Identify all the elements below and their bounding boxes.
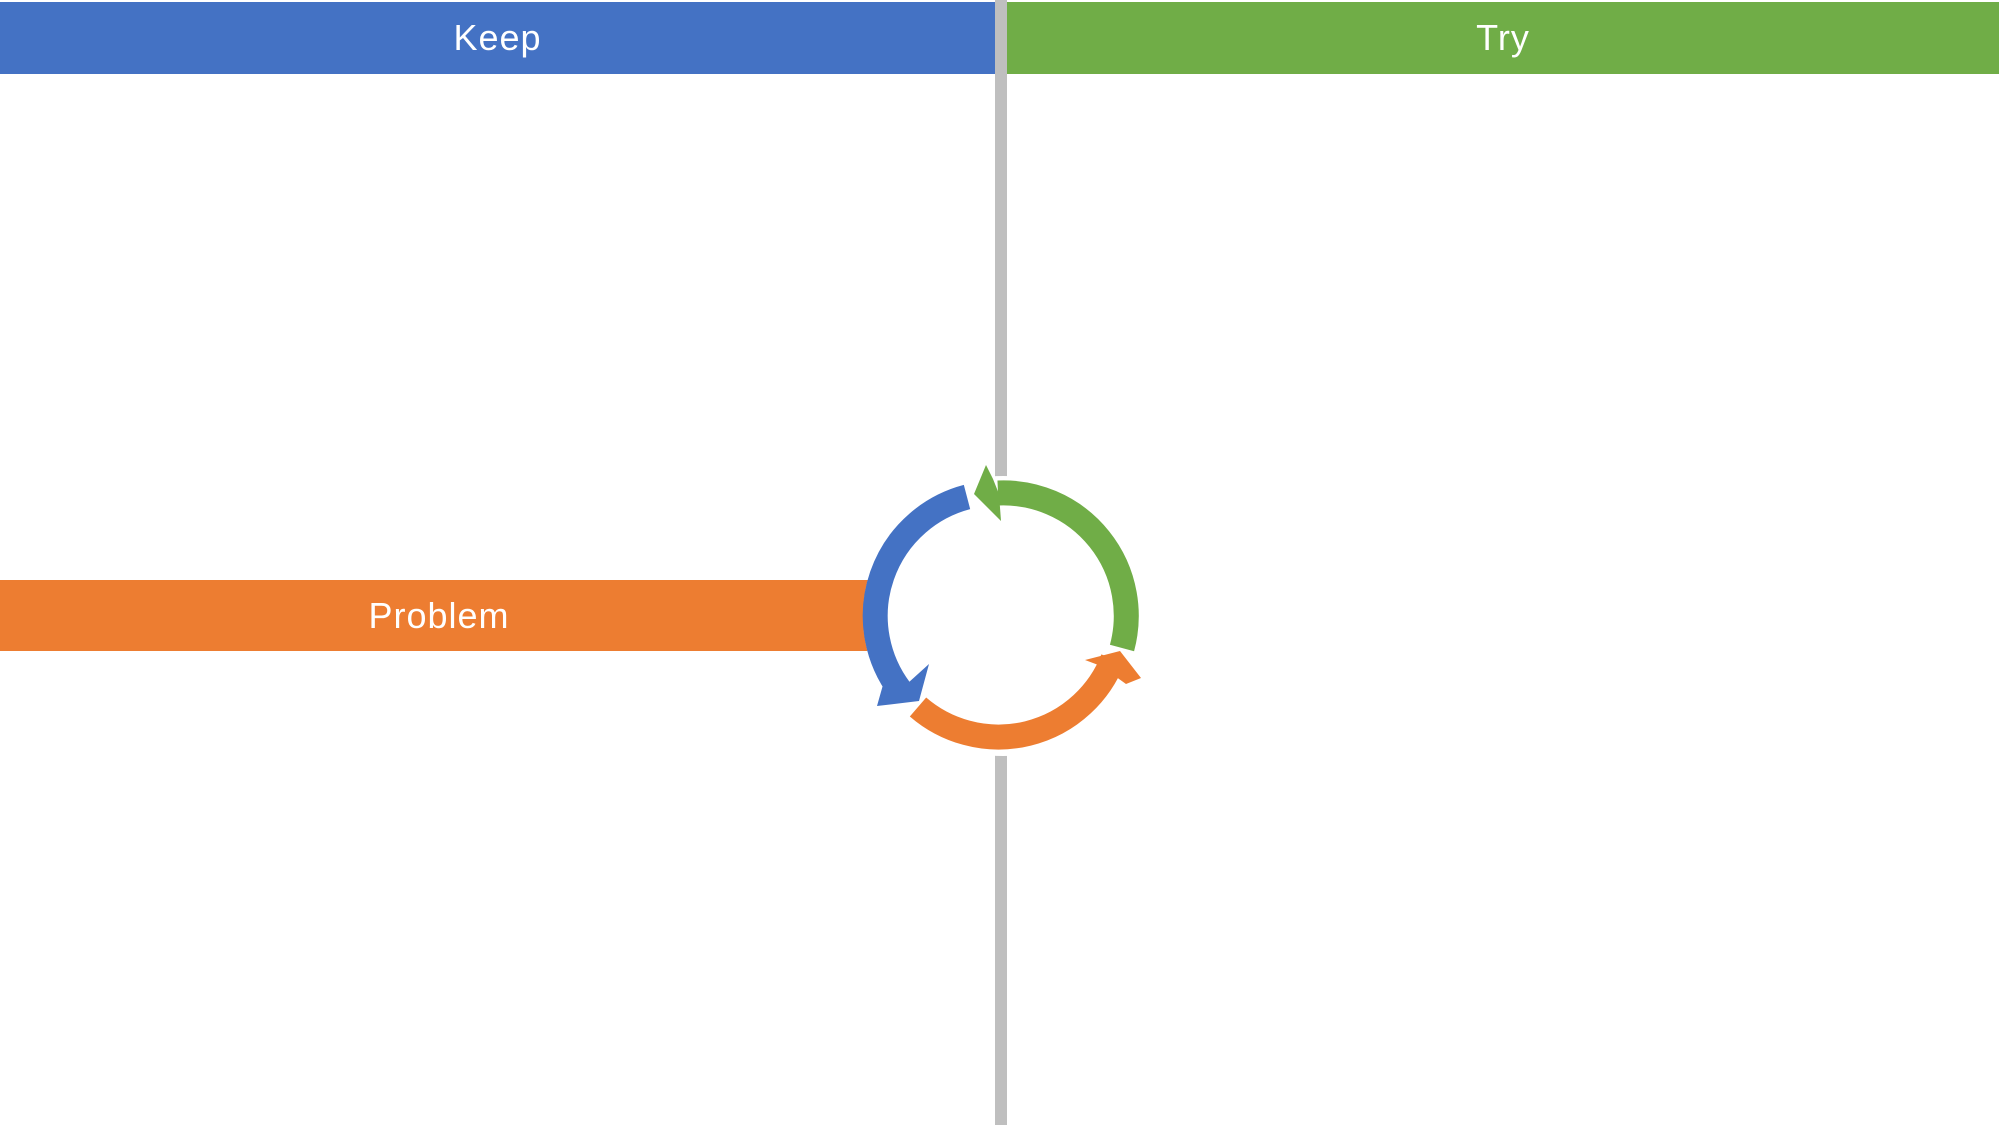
problem-header: Problem (0, 580, 878, 651)
kpt-board: Keep Try Problem (0, 0, 1999, 1131)
vertical-divider (995, 0, 1007, 1125)
try-label: Try (1476, 17, 1530, 58)
problem-label: Problem (368, 594, 510, 636)
try-to-keep-arrow (997, 480, 1139, 652)
problem-to-try-arrowhead (1085, 651, 1141, 684)
try-header: Try (1007, 2, 1999, 74)
keep-label: Keep (453, 17, 542, 58)
keep-to-problem-arrowhead (877, 660, 929, 706)
keep-header: Keep (0, 2, 995, 74)
problem-to-try-arrow (909, 654, 1125, 750)
keep-to-problem-arrow (862, 484, 971, 698)
